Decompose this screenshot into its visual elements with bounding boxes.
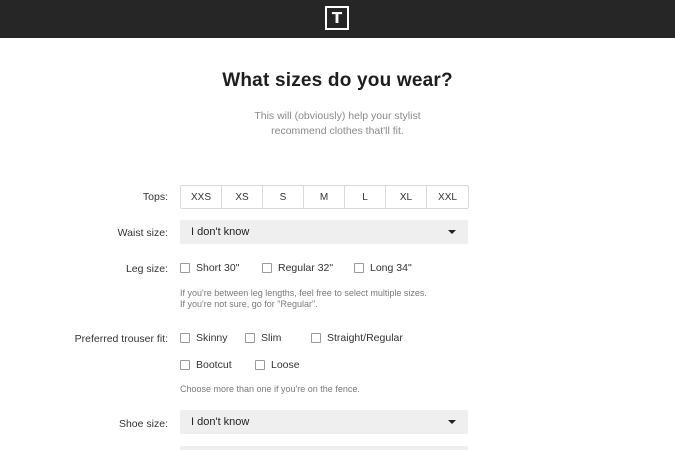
tops-size-xl[interactable]: XL [386,186,427,208]
next-field-partial[interactable] [180,446,468,450]
shoe-label: Shoe size: [118,418,168,430]
leg-label: Leg size: [125,263,168,275]
leg-hint: If you're between leg lengths, feel free… [180,288,427,310]
fit-option-straight[interactable]: Straight/Regular [311,332,403,344]
tops-size-m[interactable]: M [304,186,345,208]
waist-label: Waist size: [117,227,168,239]
leg-option-regular-label: Regular 32" [278,262,334,274]
page-subtitle: This will (obviously) help your stylist … [0,109,675,139]
page-title: What sizes do you wear? [222,70,453,91]
caret-down-icon [448,230,456,234]
fit-option-slim-label: Slim [261,332,282,344]
logo-letter: T [331,8,343,27]
top-bar: T [0,0,675,38]
tops-size-xxl[interactable]: XXL [427,186,468,208]
logo[interactable]: T [325,6,349,30]
leg-option-long-label: Long 34" [370,262,412,274]
subtitle-line-2: recommend clothes that'll fit. [271,125,404,137]
waist-size-value: I don't know [191,226,250,238]
caret-down-icon [448,420,456,424]
checkbox-icon[interactable] [180,360,190,370]
fit-option-slim[interactable]: Slim [245,332,281,344]
fit-option-straight-label: Straight/Regular [327,332,403,344]
shoe-size-select[interactable]: I don't know [180,410,468,434]
tops-label: Tops: [142,191,168,203]
leg-option-short[interactable]: Short 30" [180,262,239,274]
leg-option-regular[interactable]: Regular 32" [262,262,333,274]
fit-option-bootcut-label: Bootcut [196,359,232,371]
tops-size-xs[interactable]: XS [222,186,263,208]
fit-option-loose-label: Loose [271,359,300,371]
fit-option-bootcut[interactable]: Bootcut [180,359,232,371]
checkbox-icon[interactable] [311,333,321,343]
subtitle-line-1: This will (obviously) help your stylist [254,110,421,122]
tops-size-xxs[interactable]: XXS [181,186,222,208]
waist-size-select[interactable]: I don't know [180,220,468,244]
tops-size-s[interactable]: S [263,186,304,208]
fit-option-skinny[interactable]: Skinny [180,332,228,344]
trouser-fit-label: Preferred trouser fit: [74,333,168,345]
shoe-size-value: I don't know [191,416,250,428]
trouser-fit-hint: Choose more than one if you're on the fe… [180,384,360,394]
checkbox-icon[interactable] [180,263,190,273]
fit-option-loose[interactable]: Loose [255,359,300,371]
checkbox-icon[interactable] [262,263,272,273]
checkbox-icon[interactable] [354,263,364,273]
checkbox-icon[interactable] [255,360,265,370]
leg-option-short-label: Short 30" [196,262,240,274]
tops-size-l[interactable]: L [345,186,386,208]
leg-hint-line-1: If you're between leg lengths, feel free… [180,288,427,298]
checkbox-icon[interactable] [245,333,255,343]
tops-size-selector: XXS XS S M L XL XXL [180,185,469,209]
fit-option-skinny-label: Skinny [196,332,228,344]
leg-option-long[interactable]: Long 34" [354,262,412,274]
leg-hint-line-2: If you're not sure, go for "Regular". [180,299,318,309]
checkbox-icon[interactable] [180,333,190,343]
